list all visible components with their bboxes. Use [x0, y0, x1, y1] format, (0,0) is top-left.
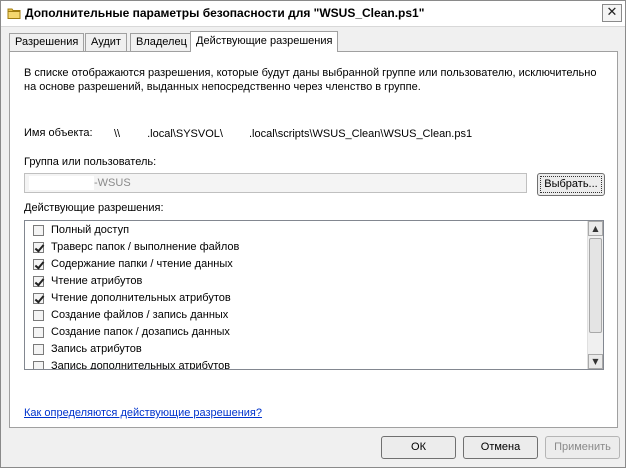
cancel-button[interactable]: Отмена: [463, 436, 538, 459]
redacted-region: [29, 176, 94, 190]
vertical-scrollbar[interactable]: ▲ ▼: [587, 221, 603, 369]
checkbox: [33, 344, 44, 355]
tab-audit[interactable]: Аудит: [85, 33, 127, 52]
tab-panel: В списке отображаются разрешения, которы…: [9, 51, 618, 428]
checkbox-checked: [33, 242, 44, 253]
redacted-region: [120, 127, 148, 141]
description-text: В списке отображаются разрешения, которы…: [24, 67, 597, 93]
checkbox-checked: [33, 276, 44, 287]
tab-effective-permissions[interactable]: Действующие разрешения: [190, 31, 339, 52]
help-link[interactable]: Как определяются действующие разрешения?: [24, 407, 262, 419]
checkbox-checked: [33, 259, 44, 270]
choose-button[interactable]: Выбрать...: [537, 173, 605, 196]
permissions-list[interactable]: Полный доступ Траверс папок / выполнение…: [24, 220, 604, 370]
redacted-region: [222, 127, 249, 141]
object-name-label: Имя объекта:: [24, 127, 93, 139]
scroll-thumb[interactable]: [589, 238, 602, 333]
checkbox: [33, 327, 44, 338]
close-button[interactable]: ✕: [602, 4, 622, 22]
checkbox: [33, 310, 44, 321]
tab-permissions[interactable]: Разрешения: [9, 33, 85, 52]
checkbox-checked: [33, 293, 44, 304]
tab-owner[interactable]: Владелец: [130, 33, 193, 52]
checkbox: [33, 361, 44, 369]
group-field[interactable]: -WSUS: [24, 173, 527, 193]
window-title: Дополнительные параметры безопасности дл…: [25, 6, 425, 20]
scroll-up-icon[interactable]: ▲: [588, 221, 603, 236]
apply-button[interactable]: Применить: [545, 436, 620, 459]
ok-button[interactable]: ОК: [381, 436, 456, 459]
title-bar[interactable]: Дополнительные параметры безопасности дл…: [1, 1, 625, 27]
security-dialog: Дополнительные параметры безопасности дл…: [0, 0, 626, 468]
permissions-label: Действующие разрешения:: [24, 202, 164, 214]
folder-icon: [7, 8, 21, 19]
group-label: Группа или пользователь:: [24, 156, 157, 168]
checkbox: [33, 225, 44, 236]
object-path: \\ .local\SYSVOL\ .local\scripts\WSUS_Clea…: [114, 127, 473, 141]
scroll-down-icon[interactable]: ▼: [588, 354, 603, 369]
close-icon: ✕: [606, 5, 618, 20]
